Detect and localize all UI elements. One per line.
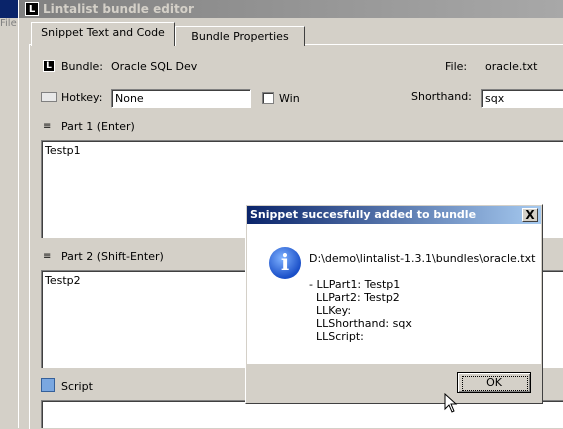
dialog-close-button[interactable]: X [522,208,538,222]
info-icon: i [269,247,301,279]
dialog-body: i D:\demo\lintalist-1.3.1\bundles\oracle… [247,224,541,364]
bundle-icon: L [43,60,55,72]
part1-label: Part 1 (Enter) [61,120,135,133]
bundle-label: Bundle: [61,60,104,73]
dialog-path: D:\demo\lintalist-1.3.1\bundles\oracle.t… [309,252,536,265]
tab-snippet-text[interactable]: Snippet Text and Code [31,22,175,46]
bundle-value: Oracle SQL Dev [111,60,198,73]
shorthand-label: Shorthand: [411,90,472,103]
ok-button[interactable]: OK [457,372,531,393]
app-icon: L [25,2,39,16]
shorthand-field[interactable]: sqx [481,89,563,108]
background-file-menu[interactable]: File [0,18,17,29]
keyboard-icon [41,92,57,102]
tab-bundle-properties[interactable]: Bundle Properties [175,26,305,46]
mouse-cursor-icon [444,393,458,413]
dialog-titlebar[interactable]: Snippet succesfully added to bundle X [247,206,541,224]
window-title: Lintalist bundle editor [43,2,194,16]
part2-label: Part 2 (Shift-Enter) [61,250,164,263]
detail-line: - LLPart1: Testp1 [309,278,401,291]
script-icon [41,378,55,392]
file-value: oracle.txt [485,60,538,73]
detail-line: LLScript: [309,330,364,343]
script-textarea[interactable] [41,400,563,428]
detail-line: LLKey: [309,304,352,317]
hotkey-field[interactable]: None [111,89,251,108]
text-align-icon: ≡ [43,121,52,132]
message-dialog: Snippet succesfully added to bundle X i … [245,204,543,404]
window-titlebar[interactable]: L Lintalist bundle editor [19,0,563,18]
dialog-title: Snippet succesfully added to bundle [250,208,477,221]
file-label: File: [445,60,468,73]
detail-line: LLShorthand: sqx [309,317,412,330]
focus-rectangle [462,376,528,391]
hotkey-label: Hotkey: [61,91,103,104]
detail-line: LLPart2: Testp2 [309,291,400,304]
win-label: Win [279,92,300,105]
text-align-icon: ≡ [43,251,52,262]
script-label: Script [61,380,93,393]
win-checkbox[interactable] [262,92,274,104]
